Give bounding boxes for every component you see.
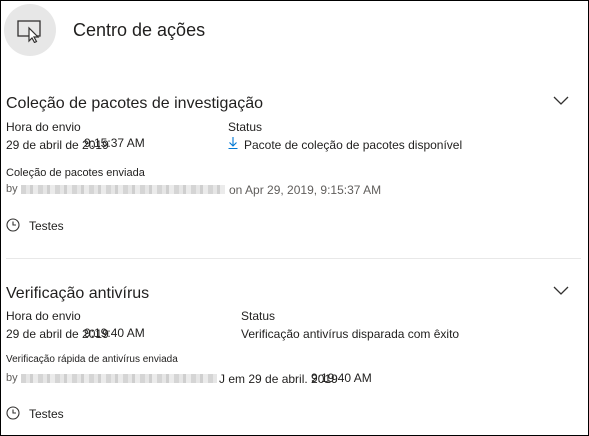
submit-time: 9:15:37 AM bbox=[84, 136, 145, 150]
by-prefix: by bbox=[6, 372, 18, 384]
status-value[interactable]: Pacote de coleção de pacotes disponível bbox=[244, 138, 462, 152]
clock-icon bbox=[6, 218, 20, 232]
chevron-up-icon[interactable] bbox=[553, 96, 569, 106]
submit-time: 9:19:40 AM bbox=[84, 326, 145, 340]
event-time: 9:19:40 AM bbox=[311, 371, 372, 385]
event-label: Verificação rápida de antivírus enviada bbox=[6, 354, 178, 365]
event-timestamp: on Apr 29, 2019, 9:15:37 AM bbox=[229, 183, 382, 197]
tag-label[interactable]: Testes bbox=[29, 407, 64, 421]
redacted-user bbox=[21, 374, 217, 383]
section-divider bbox=[6, 258, 581, 259]
section-title-antivirus-scan: Verificação antivírus bbox=[6, 285, 150, 302]
status-label: Status bbox=[228, 120, 263, 134]
submit-time-label: Hora do envio bbox=[6, 309, 81, 323]
download-icon bbox=[228, 137, 238, 149]
by-prefix: by bbox=[6, 183, 18, 195]
section-title-investigation-package: Coleção de pacotes de investigação bbox=[6, 95, 264, 112]
action-center-panel: Centro de ações Coleção de pacotes de in… bbox=[0, 0, 589, 436]
action-center-icon bbox=[4, 4, 56, 56]
status-label: Status bbox=[241, 309, 276, 323]
event-label: Coleção de pacotes enviada bbox=[6, 167, 145, 179]
chevron-up-icon[interactable] bbox=[553, 286, 569, 296]
submit-time-label: Hora do envio bbox=[6, 120, 81, 134]
status-value: Verificação antivírus disparada com êxit… bbox=[241, 327, 460, 341]
clock-icon bbox=[6, 406, 20, 420]
page-title: Centro de ações bbox=[73, 20, 206, 40]
redacted-user bbox=[21, 185, 225, 194]
tag-label[interactable]: Testes bbox=[29, 219, 64, 233]
